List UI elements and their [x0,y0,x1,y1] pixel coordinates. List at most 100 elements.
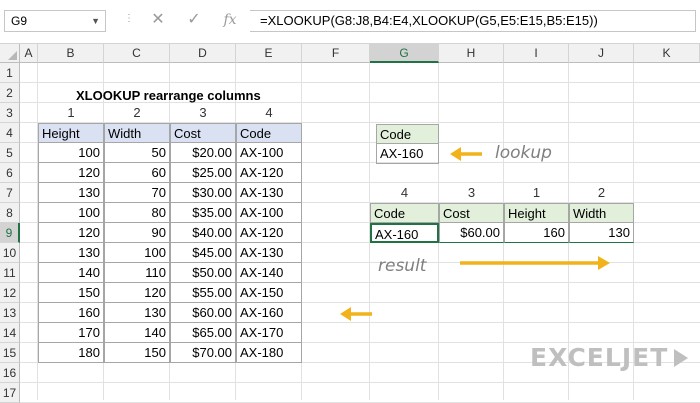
row-header-6[interactable]: 6 [0,163,20,183]
column-header-d[interactable]: D [170,44,236,63]
result-value-cell[interactable]: 130 [569,223,634,243]
column-index[interactable]: 4 [236,103,302,123]
row-header-1[interactable]: 1 [0,63,20,83]
table-cell[interactable]: $30.00 [170,183,236,203]
enter-icon[interactable]: ✓ [184,9,204,31]
table-cell[interactable]: $70.00 [170,343,236,363]
table-cell[interactable]: 130 [104,303,170,323]
table-cell[interactable]: AX-170 [236,323,302,343]
table-header-cell[interactable]: Cost [170,123,236,143]
lookup-value-cell[interactable]: AX-160 [376,144,439,164]
table-cell[interactable]: 120 [38,163,104,183]
table-cell[interactable]: 60 [104,163,170,183]
row-header-10[interactable]: 10 [0,243,20,263]
column-header-b[interactable]: B [38,44,104,63]
table-cell[interactable]: 100 [38,203,104,223]
table-cell[interactable]: 100 [38,143,104,163]
cancel-icon[interactable]: ✕ [148,9,168,31]
column-header-e[interactable]: E [236,44,302,63]
select-all-corner[interactable] [0,44,20,63]
table-cell[interactable]: AX-130 [236,183,302,203]
table-cell[interactable]: 140 [104,323,170,343]
table-cell[interactable]: AX-150 [236,283,302,303]
row-header-12[interactable]: 12 [0,283,20,303]
table-cell[interactable]: AX-140 [236,263,302,283]
table-header-cell[interactable]: Width [104,123,170,143]
table-cell[interactable]: $50.00 [170,263,236,283]
result-value-cell[interactable]: $60.00 [439,223,504,243]
column-index[interactable]: 4 [370,183,439,203]
table-header-cell[interactable]: Code [236,123,302,143]
table-cell[interactable]: 70 [104,183,170,203]
table-cell[interactable]: AX-180 [236,343,302,363]
column-header-j[interactable]: J [569,44,634,63]
table-cell[interactable]: 110 [104,263,170,283]
column-header-g[interactable]: G [370,44,439,63]
table-cell[interactable]: $65.00 [170,323,236,343]
name-box[interactable]: G9 ▼ [4,10,106,32]
selected-cell[interactable]: AX-160 [370,223,439,243]
lookup-header[interactable]: Code [376,124,439,144]
table-cell[interactable]: $40.00 [170,223,236,243]
column-header-a[interactable]: A [20,44,38,63]
column-index[interactable]: 3 [439,183,504,203]
column-index[interactable]: 1 [38,103,104,123]
result-value-cell[interactable]: 160 [504,223,569,243]
row-header-9[interactable]: 9 [0,223,20,243]
row-header-5[interactable]: 5 [0,143,20,163]
table-cell[interactable]: $35.00 [170,203,236,223]
table-cell[interactable]: 120 [104,283,170,303]
column-header-f[interactable]: F [302,44,370,63]
column-header-k[interactable]: K [634,44,700,63]
column-index[interactable]: 1 [504,183,569,203]
table-cell[interactable]: 160 [38,303,104,323]
table-cell[interactable]: 140 [38,263,104,283]
table-cell[interactable]: 150 [38,283,104,303]
table-cell[interactable]: $55.00 [170,283,236,303]
table-cell[interactable]: 50 [104,143,170,163]
table-cell[interactable]: 100 [104,243,170,263]
table-cell[interactable]: $60.00 [170,303,236,323]
column-index[interactable]: 2 [104,103,170,123]
result-header-cell[interactable]: Cost [439,203,504,223]
table-cell[interactable]: AX-120 [236,163,302,183]
table-cell[interactable]: $20.00 [170,143,236,163]
table-header-cell[interactable]: Height [38,123,104,143]
table-cell[interactable]: AX-120 [236,223,302,243]
result-header-cell[interactable]: Code [370,203,439,223]
table-cell[interactable]: AX-100 [236,143,302,163]
table-cell[interactable]: AX-160 [236,303,302,323]
table-cell[interactable]: 120 [38,223,104,243]
row-header-14[interactable]: 14 [0,323,20,343]
table-cell[interactable]: 170 [38,323,104,343]
result-header-cell[interactable]: Width [569,203,634,223]
table-cell[interactable]: AX-130 [236,243,302,263]
table-cell[interactable]: 130 [38,183,104,203]
column-header-h[interactable]: H [439,44,504,63]
row-header-3[interactable]: 3 [0,103,20,123]
result-header-cell[interactable]: Height [504,203,569,223]
row-header-17[interactable]: 17 [0,383,20,403]
table-cell[interactable]: $45.00 [170,243,236,263]
column-index[interactable]: 2 [569,183,634,203]
column-index[interactable]: 3 [170,103,236,123]
function-icon[interactable]: fx [220,9,240,31]
row-header-7[interactable]: 7 [0,183,20,203]
column-header-c[interactable]: C [104,44,170,63]
table-cell[interactable]: 180 [38,343,104,363]
row-header-11[interactable]: 11 [0,263,20,283]
row-header-2[interactable]: 2 [0,83,20,103]
row-header-16[interactable]: 16 [0,363,20,383]
column-header-i[interactable]: I [504,44,569,63]
table-cell[interactable]: $25.00 [170,163,236,183]
row-header-15[interactable]: 15 [0,343,20,363]
formula-input[interactable]: =XLOOKUP(G8:J8,B4:E4,XLOOKUP(G5,E5:E15,B… [250,10,696,32]
table-cell[interactable]: 90 [104,223,170,243]
table-cell[interactable]: 130 [38,243,104,263]
row-header-8[interactable]: 8 [0,203,20,223]
table-cell[interactable]: 80 [104,203,170,223]
row-header-13[interactable]: 13 [0,303,20,323]
row-header-4[interactable]: 4 [0,123,20,143]
chevron-down-icon[interactable]: ▼ [91,11,100,31]
table-cell[interactable]: 150 [104,343,170,363]
